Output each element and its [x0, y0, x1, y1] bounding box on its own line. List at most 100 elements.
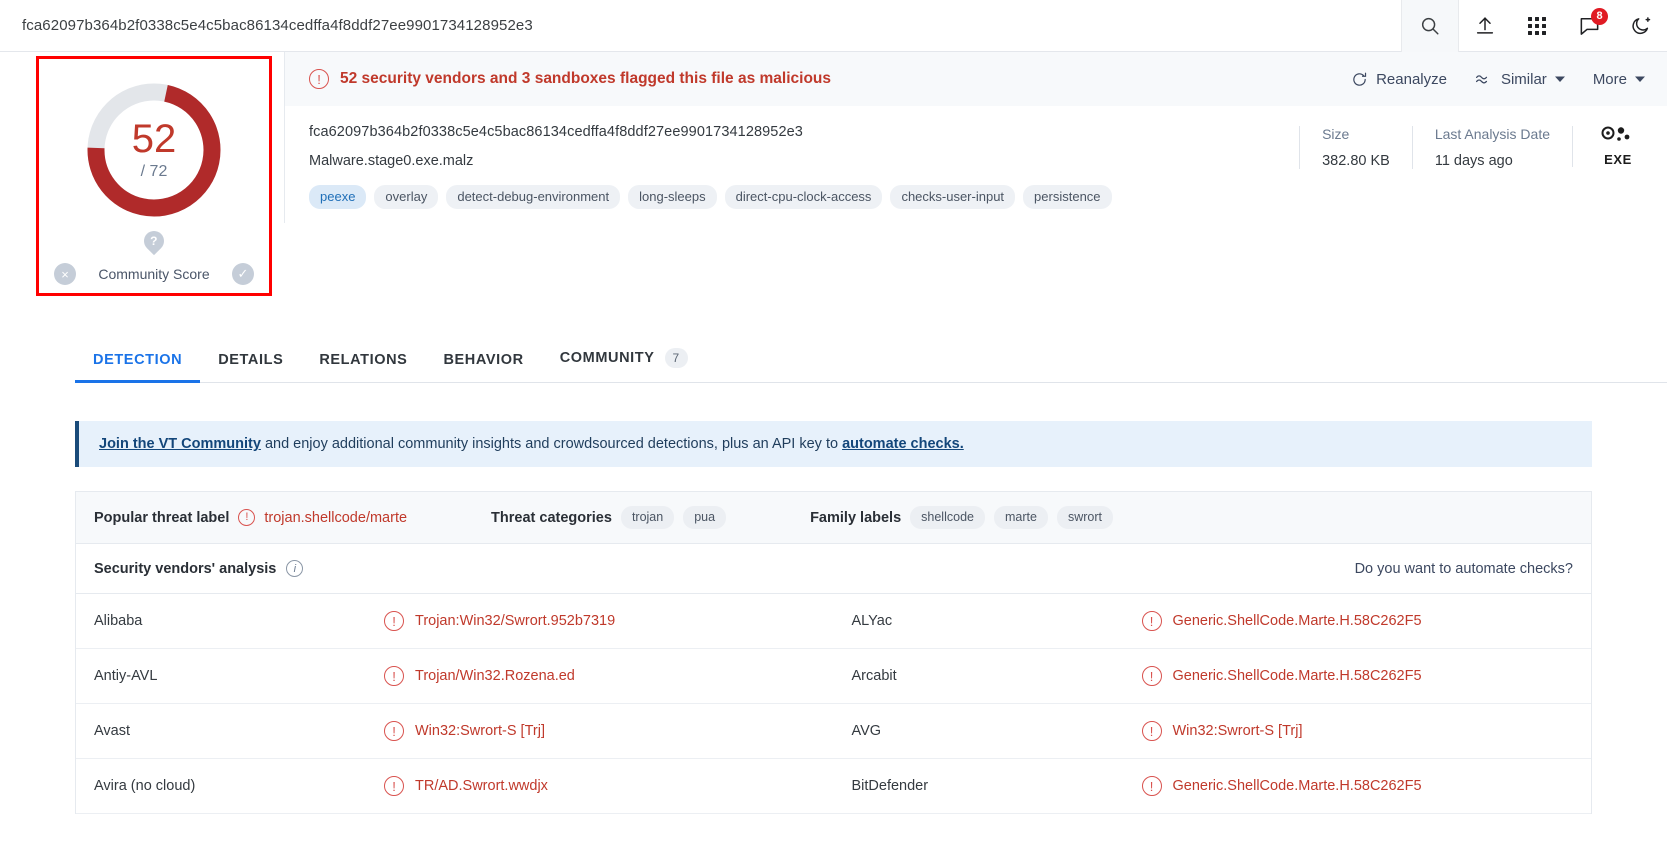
community-score-label: Community Score — [98, 266, 210, 282]
malicious-icon: ! — [1141, 721, 1162, 741]
vendor-left-col: Antiy-AVL ! Trojan/Win32.Rozena.ed — [76, 649, 834, 703]
vendor-result: ! Generic.ShellCode.Marte.H.58C262F5 — [1124, 594, 1592, 648]
file-tag[interactable]: detect-debug-environment — [446, 185, 621, 209]
help-icon: ? — [150, 234, 158, 248]
file-summary: ! 52 security vendors and 3 sandboxes fl… — [284, 52, 1667, 296]
file-tag[interactable]: persistence — [1023, 185, 1112, 209]
top-bar-icons: 8 — [1401, 0, 1667, 52]
detection-score-card: 52 / 72 ? × Community Score ✓ — [36, 56, 272, 296]
file-name: Malware.stage0.exe.malz — [309, 153, 474, 169]
tab-label: DETAILS — [218, 352, 284, 368]
file-type-label: EXE — [1604, 152, 1632, 167]
upload-icon[interactable] — [1459, 0, 1511, 52]
more-dropdown[interactable]: More — [1593, 71, 1645, 88]
vendor-result-text: Win32:Swrort-S [Trj] — [415, 723, 545, 739]
vendor-result: ! Win32:Swrort-S [Trj] — [1124, 704, 1592, 758]
vendor-result-text: Win32:Swrort-S [Trj] — [1172, 723, 1303, 739]
popular-threat-value[interactable]: trojan.shellcode/marte — [264, 510, 407, 526]
vendor-name: Avira (no cloud) — [94, 778, 196, 794]
vendor-result-text: Trojan/Win32.Rozena.ed — [415, 668, 575, 684]
similar-dropdown[interactable]: Similar — [1475, 71, 1565, 88]
file-details-row: fca62097b364b2f0338c5e4c5bac86134cedffa4… — [284, 106, 1667, 223]
apps-grid-icon[interactable] — [1511, 0, 1563, 52]
file-metadata: Size 382.80 KB Last Analysis Date 11 day… — [1299, 124, 1645, 209]
table-row: Alibaba ! Trojan:Win32/Swrort.952b7319 A… — [76, 594, 1591, 649]
file-hash: fca62097b364b2f0338c5e4c5bac86134cedffa4… — [309, 124, 803, 140]
security-vendors-title: Security vendors' analysis — [94, 560, 277, 577]
page-body: 52 / 72 ? × Community Score ✓ ! 52 secur… — [0, 52, 1667, 296]
tab-detection[interactable]: DETECTION — [75, 338, 201, 383]
file-size-label: Size — [1322, 126, 1350, 142]
vendor-result-text: Trojan:Win32/Swrort.952b7319 — [415, 613, 616, 629]
search-icon[interactable] — [1401, 0, 1459, 52]
comment-icon[interactable]: 8 — [1563, 0, 1615, 52]
popular-threat-label-block: Popular threat label ! trojan.shellcode/… — [94, 509, 407, 526]
table-row: Antiy-AVL ! Trojan/Win32.Rozena.ed Arcab… — [76, 649, 1591, 704]
malicious-icon: ! — [384, 721, 404, 741]
vendor-left-col: Avast ! Win32:Swrort-S [Trj] — [76, 704, 834, 758]
file-size-cell: Size 382.80 KB — [1299, 126, 1412, 169]
file-tag[interactable]: direct-cpu-clock-access — [724, 185, 883, 209]
vendor-result-text: Generic.ShellCode.Marte.H.58C262F5 — [1172, 613, 1422, 629]
family-label-chip: shellcode — [910, 506, 985, 529]
file-tag[interactable]: peexe — [309, 185, 367, 209]
reanalyze-button[interactable]: Reanalyze — [1351, 71, 1447, 88]
file-tag[interactable]: checks-user-input — [890, 185, 1016, 209]
top-bar: fca62097b364b2f0338c5e4c5bac86134cedffa4… — [0, 0, 1667, 52]
file-tag[interactable]: overlay — [374, 185, 439, 209]
detection-total: / 72 — [140, 163, 168, 180]
threat-category-chip: pua — [683, 506, 727, 529]
last-analysis-cell: Last Analysis Date 11 days ago — [1411, 126, 1572, 169]
vote-up-button[interactable]: ✓ — [231, 263, 254, 285]
table-row: Avira (no cloud) ! TR/AD.Swrort.wwdjx Bi… — [76, 759, 1591, 814]
family-labels-block: Family labels shellcode marte swrort — [810, 506, 1113, 529]
vendor-result-text: Generic.ShellCode.Marte.H.58C262F5 — [1172, 778, 1422, 794]
dark-mode-icon[interactable] — [1615, 0, 1667, 52]
last-analysis-label: Last Analysis Date — [1434, 126, 1550, 142]
vt-community-banner: Join the VT Community and enjoy addition… — [75, 421, 1592, 467]
threat-category-chip: trojan — [620, 506, 675, 529]
malicious-icon: ! — [384, 776, 404, 796]
join-vt-community-link[interactable]: Join the VT Community — [99, 436, 261, 452]
tab-label: COMMUNITY — [559, 350, 655, 366]
automate-checks-text[interactable]: Do you want to automate checks? — [1355, 561, 1573, 577]
malicious-icon: ! — [1141, 666, 1162, 686]
community-score-row: × Community Score ✓ — [54, 263, 254, 285]
vendor-result: ! Win32:Swrort-S [Trj] — [366, 704, 834, 758]
tab-community[interactable]: COMMUNITY 7 — [542, 334, 706, 383]
tab-label: RELATIONS — [319, 352, 408, 368]
vendor-result: ! Generic.ShellCode.Marte.H.58C262F5 — [1124, 759, 1592, 813]
vendor-right-col: ALYac ! Generic.ShellCode.Marte.H.58C262… — [834, 594, 1592, 648]
malicious-icon: ! — [1141, 611, 1162, 631]
last-analysis-value: 11 days ago — [1434, 153, 1513, 169]
hash-search-input[interactable]: fca62097b364b2f0338c5e4c5bac86134cedffa4… — [0, 17, 1401, 34]
tab-relations[interactable]: RELATIONS — [301, 338, 425, 383]
vendor-name: Arcabit — [851, 668, 897, 684]
alert-message: 52 security vendors and 3 sandboxes flag… — [340, 70, 832, 87]
tab-bar: DETECTION DETAILS RELATIONS BEHAVIOR COM… — [75, 334, 1667, 383]
community-score-marker: ? — [139, 226, 169, 256]
tab-behavior[interactable]: BEHAVIOR — [425, 338, 541, 383]
exe-file-icon — [1601, 126, 1630, 141]
file-identity: fca62097b364b2f0338c5e4c5bac86134cedffa4… — [309, 124, 1299, 209]
file-tag[interactable]: long-sleeps — [628, 185, 717, 209]
info-icon[interactable]: i — [286, 560, 304, 577]
malicious-icon: ! — [384, 611, 404, 631]
vendor-left-col: Alibaba ! Trojan:Win32/Swrort.952b7319 — [76, 594, 834, 648]
vendor-left-col: Avira (no cloud) ! TR/AD.Swrort.wwdjx — [76, 759, 834, 813]
vendor-right-col: AVG ! Win32:Swrort-S [Trj] — [834, 704, 1592, 758]
table-row: Avast ! Win32:Swrort-S [Trj] AVG ! Win32… — [76, 704, 1591, 759]
vote-down-button[interactable]: × — [54, 263, 76, 285]
file-tag-list: peexe overlay detect-debug-environment l… — [309, 185, 1299, 209]
family-label-chip: marte — [993, 506, 1048, 529]
family-labels-label: Family labels — [810, 509, 902, 526]
vendor-name: ALYac — [851, 613, 893, 629]
detection-count: 52 — [131, 117, 177, 161]
automate-checks-link[interactable]: automate checks. — [842, 436, 964, 452]
file-size-value: 382.80 KB — [1322, 153, 1390, 169]
tab-details[interactable]: DETAILS — [200, 338, 301, 383]
detection-donut: 52 / 72 — [79, 75, 229, 225]
vendor-name: Alibaba — [94, 613, 143, 629]
vendor-result: ! TR/AD.Swrort.wwdjx — [366, 759, 834, 813]
vendor-result: ! Trojan:Win32/Swrort.952b7319 — [366, 594, 834, 648]
